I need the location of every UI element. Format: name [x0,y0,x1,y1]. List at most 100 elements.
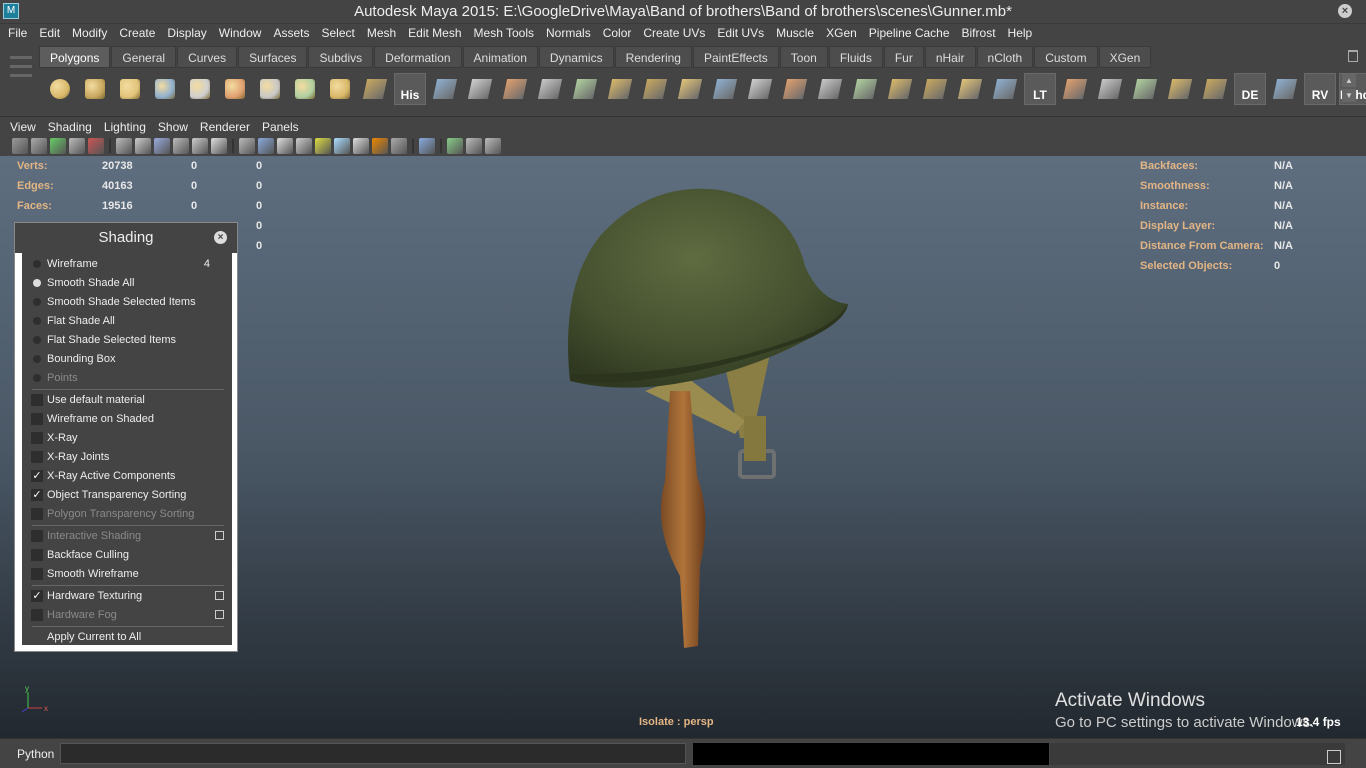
radio-button[interactable] [33,279,41,287]
shading-option-hardware-texturing[interactable]: ✓ Hardware Texturing [22,587,232,605]
align-icon[interactable] [1269,73,1301,105]
menu-muscle[interactable]: Muscle [770,26,820,40]
torus-icon[interactable] [219,73,251,105]
checkbox[interactable] [31,549,43,561]
cut-uv-icon[interactable] [1059,73,1091,105]
pyramid-icon[interactable] [254,73,286,105]
panel-menu-view[interactable]: View [4,120,42,134]
shelf-tab-curves[interactable]: Curves [177,46,238,68]
menu-modify[interactable]: Modify [66,26,113,40]
shelf-tab-animation[interactable]: Animation [462,46,538,68]
panel-menu-lighting[interactable]: Lighting [98,120,152,134]
combine-icon[interactable] [429,73,461,105]
select-camera-icon[interactable] [12,138,28,154]
shelf-tab-rendering[interactable]: Rendering [614,46,692,68]
de-icon[interactable]: DE [1234,73,1266,105]
bookmark-icon[interactable] [50,138,66,154]
use-all-lights-icon[interactable] [315,138,331,154]
paint-icon[interactable] [814,73,846,105]
textured-icon[interactable] [296,138,312,154]
menu-file[interactable]: File [2,26,33,40]
menu-window[interactable]: Window [213,26,268,40]
shading-option-apply-current-to-all[interactable]: Apply Current to All [22,628,232,646]
shadows-icon[interactable] [334,138,350,154]
shelf-tab-surfaces[interactable]: Surfaces [238,46,308,68]
wedge-icon[interactable] [709,73,741,105]
option-box-icon[interactable] [215,610,224,619]
layout-icon[interactable] [1164,73,1196,105]
shelf-tab-toon[interactable]: Toon [779,46,828,68]
camera-attributes-icon[interactable] [31,138,47,154]
shading-option-backface-culling[interactable]: Backface Culling [22,546,232,564]
helix-icon[interactable] [324,73,356,105]
shelf-tab-painteffects[interactable]: PaintEffects [692,46,779,68]
shading-option-object-transparency-sorting[interactable]: ✓ Object Transparency Sorting [22,486,232,504]
menu-select[interactable]: Select [315,26,360,40]
menu-edit[interactable]: Edit [33,26,66,40]
panel-menu-shading[interactable]: Shading [42,120,98,134]
radio-button[interactable] [33,260,41,268]
checkbox[interactable]: ✓ [31,590,43,602]
sculpt-icon[interactable] [779,73,811,105]
menu-help[interactable]: Help [1002,26,1039,40]
shading-option-use-default-material[interactable]: Use default material [22,391,232,409]
automatic-map-icon[interactable] [989,73,1021,105]
motion-blur-icon[interactable] [372,138,388,154]
shelf-tab-deformation[interactable]: Deformation [374,46,462,68]
extrude-icon[interactable] [534,73,566,105]
menu-create[interactable]: Create [113,26,161,40]
cube-icon[interactable] [79,73,111,105]
bridge-icon[interactable] [569,73,601,105]
checkbox[interactable] [31,432,43,444]
xray-icon[interactable] [447,138,463,154]
soccer-ball-icon[interactable] [359,73,391,105]
smooth-shade-icon[interactable] [258,138,274,154]
checkbox[interactable] [31,451,43,463]
grease-pencil-icon[interactable] [88,138,104,154]
menu-mesh-tools[interactable]: Mesh Tools [468,26,540,40]
menu-edit-mesh[interactable]: Edit Mesh [402,26,467,40]
option-box-icon[interactable] [215,531,224,540]
trash-icon[interactable] [1348,50,1358,62]
shelf-tab-ncloth[interactable]: nCloth [976,46,1034,68]
cylindrical-map-icon[interactable] [919,73,951,105]
pipe-icon[interactable] [289,73,321,105]
menu-display[interactable]: Display [161,26,212,40]
shelf-tab-nhair[interactable]: nHair [924,46,976,68]
plane-icon[interactable] [184,73,216,105]
radio-button[interactable] [33,317,41,325]
cone-icon[interactable] [149,73,181,105]
checkbox[interactable] [31,609,43,621]
option-box-icon[interactable] [215,591,224,600]
film-gate-icon[interactable] [135,138,151,154]
panel-menu-show[interactable]: Show [152,120,194,134]
shelf-tab-dynamics[interactable]: Dynamics [538,46,614,68]
normalize-icon[interactable] [1199,73,1231,105]
checkbox[interactable] [31,530,43,542]
script-editor-icon[interactable] [1327,750,1341,764]
shelf-scroll[interactable]: ▲ ▼ [1342,74,1356,104]
sphere-icon[interactable] [44,73,76,105]
shelf-tab-polygons[interactable]: Polygons [39,46,111,68]
menu-assets[interactable]: Assets [267,26,315,40]
wireframe-on-shaded-icon[interactable] [277,138,293,154]
panel-menu-renderer[interactable]: Renderer [194,120,256,134]
shelf-tab-subdivs[interactable]: Subdivs [308,46,374,68]
sew-uv-icon[interactable] [1094,73,1126,105]
shelf-tab-general[interactable]: General [111,46,177,68]
shelf-tab-xgen[interactable]: XGen [1098,46,1152,68]
shading-option-bounding-box[interactable]: Bounding Box [22,350,232,368]
extract-icon[interactable] [464,73,496,105]
shading-option-wireframe[interactable]: Wireframe 4 [22,255,232,273]
planar-map-icon[interactable] [884,73,916,105]
menu-create-uvs[interactable]: Create UVs [637,26,711,40]
spherical-map-icon[interactable] [954,73,986,105]
checkbox[interactable] [31,568,43,580]
menu-pipeline-cache[interactable]: Pipeline Cache [863,26,956,40]
shading-option-x-ray[interactable]: X-Ray [22,429,232,447]
safe-action-icon[interactable] [211,138,227,154]
menu-mesh[interactable]: Mesh [361,26,402,40]
lt-icon[interactable]: LT [1024,73,1056,105]
menu-bifrost[interactable]: Bifrost [956,26,1002,40]
wireframe-icon[interactable] [239,138,255,154]
